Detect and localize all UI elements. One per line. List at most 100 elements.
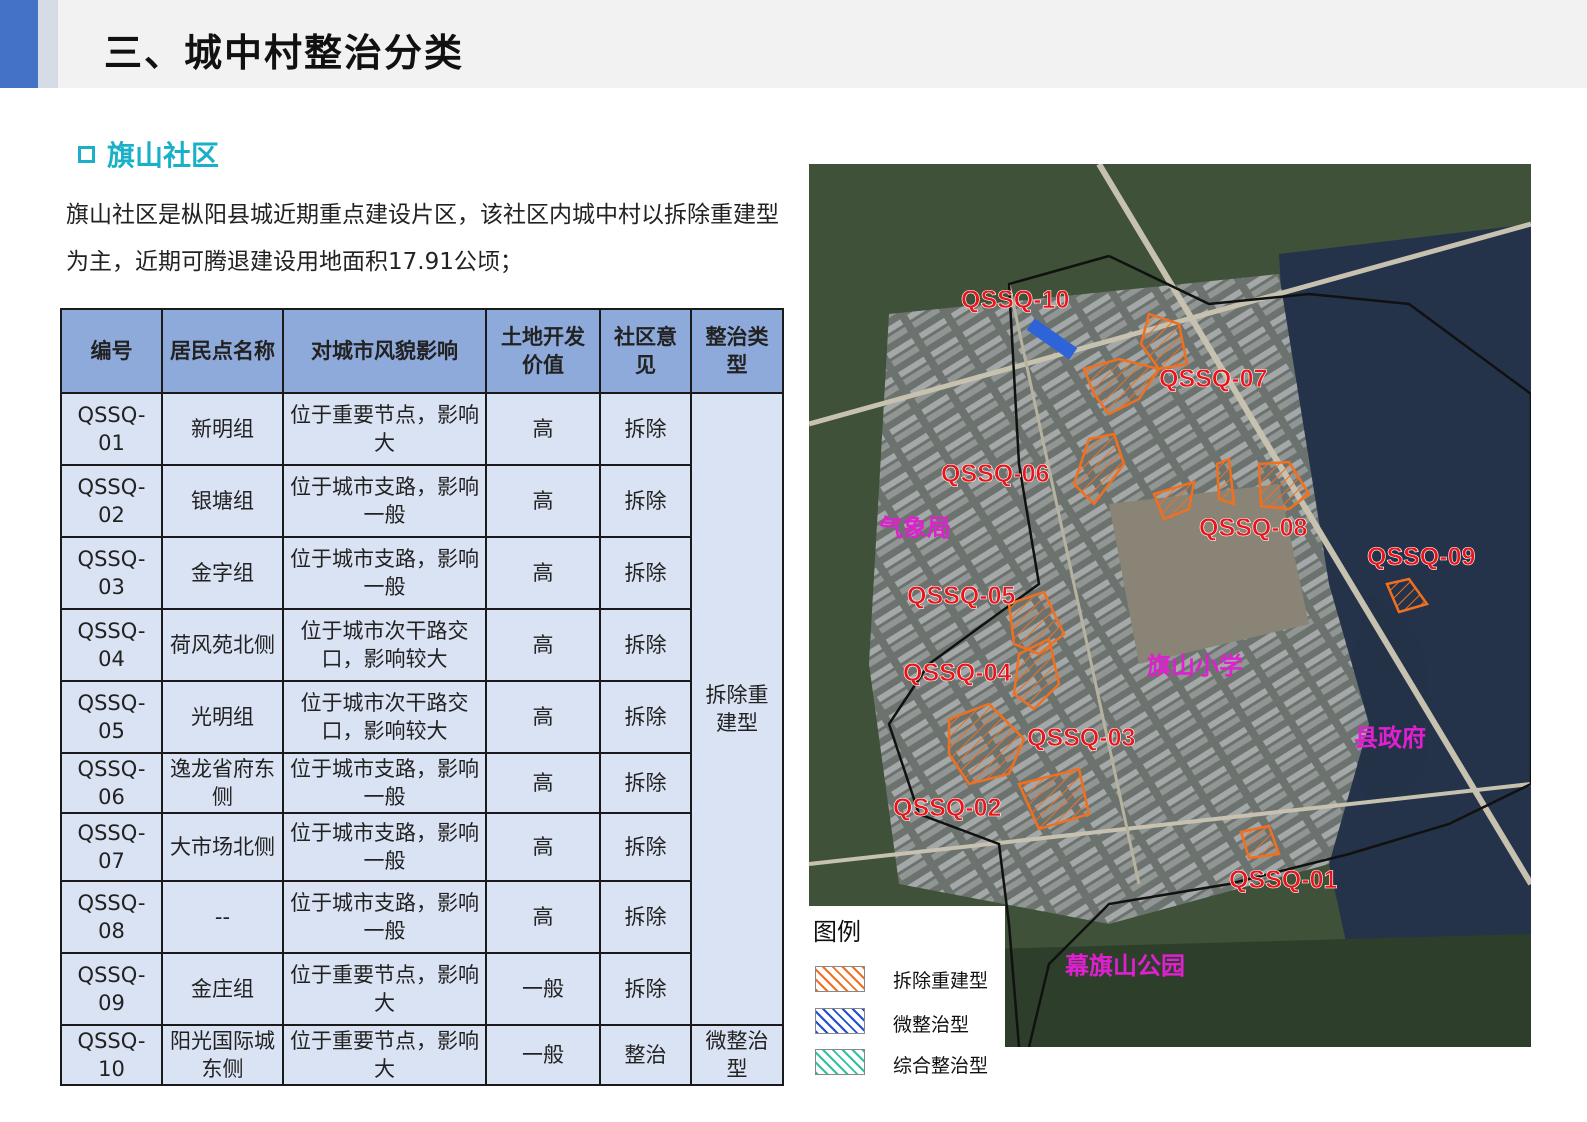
cell-opinion: 拆除 xyxy=(599,680,692,754)
page-title: 三、城中村整治分类 xyxy=(104,31,465,75)
zone-label: QSSQ-03 xyxy=(1027,724,1135,752)
cell-value: 高 xyxy=(485,536,601,610)
legend-title: 图例 xyxy=(813,918,861,946)
zone-label: QSSQ-02 xyxy=(893,794,1001,822)
legend-swatch-demolition xyxy=(815,966,865,992)
section-heading: 旗山社区 xyxy=(78,134,219,174)
cell-name: 金庄组 xyxy=(161,952,284,1026)
cell-opinion: 拆除 xyxy=(599,752,692,814)
table-row: QSSQ-01 新明组 位于重要节点，影响大 高 拆除 拆除重建型 xyxy=(60,392,784,1026)
legend-swatch-micro xyxy=(815,1008,865,1034)
cell-value: 一般 xyxy=(485,952,601,1026)
cell-value: 一般 xyxy=(485,1024,601,1086)
zone-label: QSSQ-01 xyxy=(1229,866,1337,894)
place-label: 幕旗山公园 xyxy=(1064,952,1185,980)
cell-id: QSSQ-04 xyxy=(60,608,163,682)
cell-opinion: 拆除 xyxy=(599,464,692,538)
table-row: QSSQ-06 逸龙省府东侧 位于城市支路，影响一般 高 拆除 xyxy=(60,752,783,814)
cell-name: 银塘组 xyxy=(161,464,284,538)
header-accent-light xyxy=(38,0,58,88)
cell-type-merged: 拆除重建型 xyxy=(690,392,784,1026)
cell-impact: 位于重要节点，影响大 xyxy=(282,1024,487,1086)
table-row: QSSQ-05 光明组 位于城市次干路交口，影响较大 高 拆除 xyxy=(60,680,783,754)
table-header-row: 编号 居民点名称 对城市风貌影响 土地开发价值 社区意见 整治类型 xyxy=(60,308,784,394)
legend-swatch-comprehensive xyxy=(815,1049,865,1075)
zone-label: QSSQ-06 xyxy=(941,460,1049,488)
cell-name: 金字组 xyxy=(161,536,284,610)
place-label: 旗山小学 xyxy=(1147,652,1243,680)
cell-name: 大市场北侧 xyxy=(161,812,284,882)
cell-impact: 位于重要节点，影响大 xyxy=(282,952,487,1026)
cell-name: 荷风苑北侧 xyxy=(161,608,284,682)
cell-name: 光明组 xyxy=(161,680,284,754)
intro-paragraph: 旗山社区是枞阳县城近期重点建设片区，该社区内城中村以拆除重建型为主，近期可腾退建… xyxy=(66,202,779,275)
cell-value: 高 xyxy=(485,752,601,814)
cell-id: QSSQ-07 xyxy=(60,812,163,882)
legend-label: 综合整治型 xyxy=(893,1055,989,1077)
cell-value: 高 xyxy=(485,392,601,466)
zone-label: QSSQ-08 xyxy=(1199,514,1307,542)
cell-id: QSSQ-01 xyxy=(60,392,163,466)
table-row: QSSQ-07 大市场北侧 位于城市支路，影响一般 高 拆除 xyxy=(60,812,783,882)
place-label: 县政府 xyxy=(1354,724,1426,752)
cell-name: 阳光国际城东侧 xyxy=(161,1024,284,1086)
zone-label: QSSQ-10 xyxy=(961,286,1069,314)
cell-impact: 位于城市支路，影响一般 xyxy=(282,812,487,882)
cell-name: -- xyxy=(161,880,284,954)
table-row: QSSQ-09 金庄组 位于重要节点，影响大 一般 拆除 xyxy=(60,952,783,1026)
cell-opinion: 拆除 xyxy=(599,608,692,682)
square-bullet-icon xyxy=(78,145,95,163)
zone-label: QSSQ-05 xyxy=(907,582,1015,610)
zone-label: QSSQ-07 xyxy=(1159,365,1267,393)
cell-impact: 位于城市支路，影响一般 xyxy=(282,752,487,814)
col-header-name: 居民点名称 xyxy=(161,308,284,394)
legend-label: 拆除重建型 xyxy=(893,970,989,992)
cell-value: 高 xyxy=(485,812,601,882)
col-header-id: 编号 xyxy=(60,308,163,394)
place-label: 气象局 xyxy=(878,514,951,542)
table-row: QSSQ-04 荷风苑北侧 位于城市次干路交口，影响较大 高 拆除 xyxy=(60,608,783,682)
cell-value: 高 xyxy=(485,608,601,682)
table-row: QSSQ-08 -- 位于城市支路，影响一般 高 拆除 xyxy=(60,880,783,954)
cell-impact: 位于重要节点，影响大 xyxy=(282,392,487,466)
cell-name: 新明组 xyxy=(161,392,284,466)
cell-id: QSSQ-06 xyxy=(60,752,163,814)
cell-impact: 位于城市支路，影响一般 xyxy=(282,536,487,610)
col-header-opinion: 社区意见 xyxy=(599,308,692,394)
cell-value: 高 xyxy=(485,880,601,954)
cell-id: QSSQ-02 xyxy=(60,464,163,538)
cell-id: QSSQ-03 xyxy=(60,536,163,610)
classification-table: 编号 居民点名称 对城市风貌影响 土地开发价值 社区意见 整治类型 QSSQ-0… xyxy=(60,308,784,1086)
cell-opinion: 拆除 xyxy=(599,880,692,954)
cell-value: 高 xyxy=(485,680,601,754)
cell-type-micro: 微整治型 xyxy=(690,1024,784,1086)
cell-value: 高 xyxy=(485,464,601,538)
cell-opinion: 拆除 xyxy=(599,536,692,610)
section-title: 旗山社区 xyxy=(107,139,220,172)
legend-label: 微整治型 xyxy=(893,1014,970,1036)
zone-label: QSSQ-09 xyxy=(1367,543,1475,571)
map-legend: 图例 拆除重建型 微整治型 综合整治型 xyxy=(809,906,1005,1082)
cell-id: QSSQ-05 xyxy=(60,680,163,754)
cell-id: QSSQ-10 xyxy=(60,1024,163,1086)
cell-opinion: 整治 xyxy=(599,1024,692,1086)
cell-impact: 位于城市支路，影响一般 xyxy=(282,880,487,954)
col-header-value: 土地开发价值 xyxy=(485,308,601,394)
col-header-type: 整治类型 xyxy=(690,308,784,394)
cell-id: QSSQ-08 xyxy=(60,880,163,954)
cell-impact: 位于城市次干路交口，影响较大 xyxy=(282,608,487,682)
cell-opinion: 拆除 xyxy=(599,952,692,1026)
cell-impact: 位于城市次干路交口，影响较大 xyxy=(282,680,487,754)
cell-impact: 位于城市支路，影响一般 xyxy=(282,464,487,538)
table-row: QSSQ-02 银塘组 位于城市支路，影响一般 高 拆除 xyxy=(60,464,783,538)
zone-label: QSSQ-04 xyxy=(903,659,1011,687)
header-bar: 三、城中村整治分类 xyxy=(0,0,1587,88)
cell-id: QSSQ-09 xyxy=(60,952,163,1026)
cell-name: 逸龙省府东侧 xyxy=(161,752,284,814)
table-row: QSSQ-10 阳光国际城东侧 位于重要节点，影响大 一般 整治 微整治型 xyxy=(60,1024,784,1086)
col-header-impact: 对城市风貌影响 xyxy=(282,308,487,394)
table-row: QSSQ-03 金字组 位于城市支路，影响一般 高 拆除 xyxy=(60,536,783,610)
cell-opinion: 拆除 xyxy=(599,812,692,882)
header-accent xyxy=(0,0,38,88)
cell-opinion: 拆除 xyxy=(599,392,692,466)
